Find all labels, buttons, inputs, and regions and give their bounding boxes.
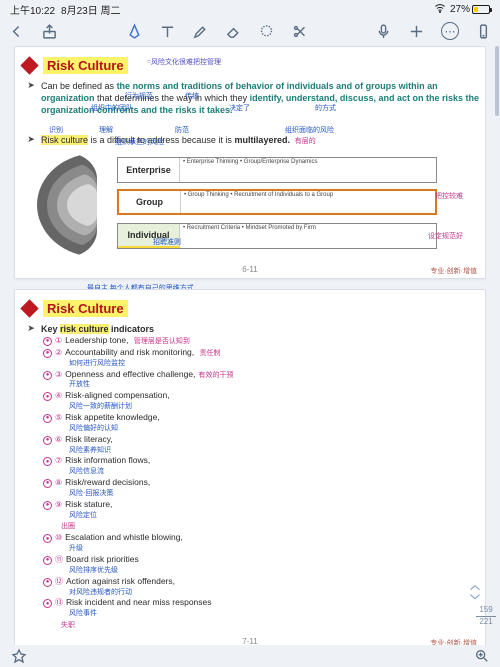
diamond-icon (20, 56, 38, 74)
bullet-icon: ● (43, 599, 52, 608)
bullet-icon: ● (43, 371, 52, 380)
bullet-1: ➤ Can be defined as the norms and tradit… (21, 80, 479, 116)
bullet-icon: ● (43, 501, 52, 510)
scissors-icon[interactable] (291, 23, 308, 40)
footer-brand: 专业·创新·增值 (430, 266, 477, 276)
layer-box-enterprise: Enterprise • Enterprise Thinking • Group… (117, 157, 437, 183)
annotation: 传统 (185, 91, 199, 101)
toolbar: ⋯ (0, 16, 500, 46)
battery-percent: 27% (450, 4, 470, 15)
annotation: 的方式 (315, 103, 336, 113)
status-time: 上午10:22 (10, 2, 55, 17)
list-item: ●⑩Escalation and whistle blowing,升级 (43, 532, 479, 554)
share-icon[interactable] (41, 23, 58, 40)
lasso-icon[interactable] (258, 23, 275, 40)
slide-number: 6-11 (21, 265, 479, 274)
multilayer-diagram: Enterprise • Enterprise Thinking • Group… (33, 151, 467, 261)
bullet-2: ➤ Risk culture is a difficult to address… (21, 134, 479, 146)
highlighter-icon[interactable] (192, 23, 209, 40)
back-icon[interactable] (8, 23, 25, 40)
pen-icon[interactable] (126, 23, 143, 40)
wifi-icon (434, 2, 446, 17)
list-item: ●⑥Risk literacy,风险素养知识 (43, 434, 479, 456)
bullet-icon: ● (43, 436, 52, 445)
bullet-icon: ● (43, 337, 52, 346)
list-item: ●⑪Board risk priorities风险排序优先级 (43, 554, 479, 576)
annotation: 设定规范好 (428, 231, 463, 241)
scrollbar[interactable] (495, 46, 499, 645)
list-item: ●⑬Risk incident and near miss responses风… (43, 597, 479, 631)
bullet-icon: ● (43, 414, 52, 423)
bullet-icon: ● (43, 349, 52, 358)
list-item: ●⑫Action against risk offenders,对风险违规者的行… (43, 576, 479, 598)
toolbar-center (126, 23, 308, 40)
list-item: ●⑨Risk stature,风险定位出圈 (43, 499, 479, 533)
list-item: ●⑧Risk/reward decisions,风险·回报决策 (43, 477, 479, 499)
slide-title: Risk Culture (43, 57, 128, 74)
annotation: 防范 (175, 125, 189, 135)
toolbar-right: ⋯ (375, 22, 492, 40)
bullet-icon: ● (43, 392, 52, 401)
slide-title: Risk Culture (43, 300, 128, 317)
bottom-bar (0, 645, 500, 667)
annotation: 招聘准则 (153, 237, 181, 247)
bullet-heading: ➤ Key risk culture indicators (21, 323, 479, 335)
annotation: 组织面临的风险 (285, 125, 334, 135)
bullet-icon: ● (43, 457, 52, 466)
zoom-icon[interactable] (473, 648, 490, 665)
diamond-icon (20, 299, 38, 317)
slide-page-1: Risk Culture =风险文化很难把控管理 ➤ Can be define… (14, 46, 486, 279)
annotation: 识别 (49, 125, 63, 135)
bullet-icon: ● (43, 534, 52, 543)
annotation: 组织承担的风险 (115, 137, 164, 147)
status-bar: 上午10:22 8月23日 周二 27% (0, 0, 500, 16)
annotation: 把控较难 (435, 191, 463, 201)
add-icon[interactable] (408, 23, 425, 40)
list-item: ●⑤Risk appetite knowledge,风险偏好的认知 (43, 412, 479, 434)
list-item: ●⑦Risk information flows,风险信息流 (43, 455, 479, 477)
phone-icon[interactable] (475, 23, 492, 40)
list-item: ●③Openness and effective challenge,有效的干预… (43, 369, 479, 391)
annotation: =风险文化很难把控管理 (147, 57, 221, 67)
bullet-icon: ● (43, 479, 52, 488)
annotation: 组织中的团队 (91, 103, 133, 113)
list-item: ●②Accountability and risk monitoring, 责任… (43, 347, 479, 369)
document-viewport[interactable]: Risk Culture =风险文化很难把控管理 ➤ Can be define… (14, 46, 486, 647)
page-counter: 159 221 (476, 606, 496, 627)
more-icon[interactable]: ⋯ (441, 22, 459, 40)
bullet-icon: ● (43, 578, 52, 587)
list-item: ●①Leadership tone, 管理层是否认知到 (43, 335, 479, 347)
annotation: 决定了 (229, 103, 250, 113)
eraser-icon[interactable] (225, 23, 242, 40)
indicator-list: ●①Leadership tone, 管理层是否认知到●②Accountabil… (21, 335, 479, 631)
bullet-icon: ● (43, 556, 52, 565)
layer-box-group: Group • Group Thinking • Recruitment of … (117, 189, 437, 215)
expand-chevrons-icon[interactable] (468, 584, 482, 601)
battery-indicator: 27% (450, 4, 490, 15)
list-item: ●④Risk-aligned compensation,风险一致的薪酬计划 (43, 390, 479, 412)
bookmark-icon[interactable] (10, 648, 27, 665)
status-date: 8月23日 周二 (61, 2, 120, 17)
annotation: 理解 (99, 125, 113, 135)
slide-page-2: Risk Culture ➤ Key risk culture indicato… (14, 289, 486, 647)
annotation: 行为规范 (125, 91, 153, 101)
toolbar-left (8, 23, 58, 40)
mic-icon[interactable] (375, 23, 392, 40)
text-tool-icon[interactable] (159, 23, 176, 40)
